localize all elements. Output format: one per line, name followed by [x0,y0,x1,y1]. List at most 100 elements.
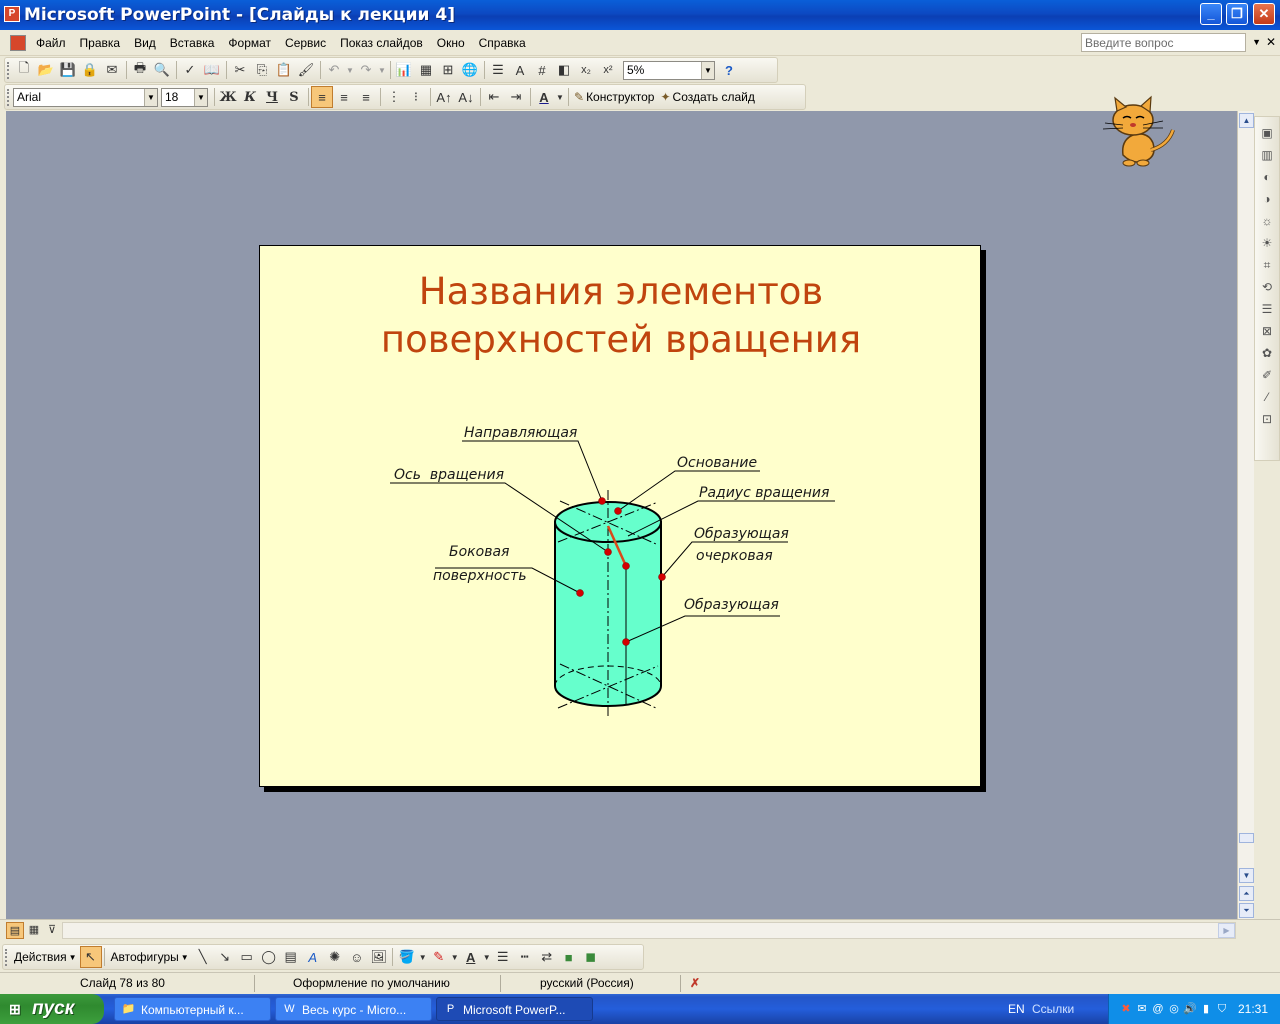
chevron-down-icon[interactable]: ▼ [701,61,714,79]
paste-icon[interactable]: 📋 [273,59,295,81]
menu-slideshow[interactable]: Показ слайдов [340,36,430,50]
format-picture-icon[interactable]: ✐ [1258,365,1276,385]
menu-window[interactable]: Окно [437,36,472,50]
clipart-icon[interactable]: ☺ [346,946,368,968]
menu-edit[interactable]: Правка [80,36,128,50]
line-icon[interactable]: ╲ [192,946,214,968]
font-select[interactable]: Arial ▼ [13,87,158,107]
oval-icon[interactable]: ◯ [258,946,280,968]
arrow-style-icon[interactable]: ⇄ [536,946,558,968]
taskbar-item-powerpoint[interactable]: P Microsoft PowerP... [436,997,593,1021]
draw-font-color-icon[interactable]: A [460,946,482,968]
print-preview-icon[interactable]: 🔍 [151,59,173,81]
spelling-status-icon[interactable]: ✗ [690,976,700,990]
textbox-icon[interactable]: ▤ [280,946,302,968]
language-indicator[interactable]: EN [1008,1002,1025,1016]
cut-icon[interactable]: ✂ [229,59,251,81]
undo-icon[interactable]: ↶ [323,59,345,81]
menu-help[interactable]: Справка [479,36,533,50]
spelling-icon[interactable]: ✓ [179,59,201,81]
tables-borders-icon[interactable]: ⊞ [437,59,459,81]
network-icon[interactable]: ✉ [1135,1002,1149,1016]
align-right-icon[interactable]: ≡ [355,86,377,108]
3d-style-icon[interactable]: ◼ [580,946,602,968]
font-color-icon[interactable]: A [533,86,555,108]
color-grayscale-icon[interactable]: ◧ [553,59,575,81]
less-brightness-icon[interactable]: ☀ [1258,233,1276,253]
redo-icon[interactable]: ↷ [355,59,377,81]
underline-button[interactable]: Ч [261,86,283,108]
increase-font-icon[interactable]: A↑ [433,86,455,108]
more-contrast-icon[interactable]: ◐ [1258,167,1276,187]
document-close-icon[interactable]: ✕ [1266,35,1276,49]
italic-button[interactable]: К [239,86,261,108]
dash-style-icon[interactable]: ┅ [514,946,536,968]
shadow-style-icon[interactable]: ■ [558,946,580,968]
toolbar-grip[interactable] [5,949,8,966]
insert-hyperlink-icon[interactable]: 🌐 [459,59,481,81]
maximize-button[interactable]: ❐ [1226,3,1248,25]
rectangle-icon[interactable]: ▭ [236,946,258,968]
more-brightness-icon[interactable]: ☼ [1258,211,1276,231]
menu-view[interactable]: Вид [134,36,163,50]
select-pointer-icon[interactable]: ↖ [79,946,102,968]
start-button[interactable]: ⊞ пуск [0,994,104,1024]
new-icon[interactable]: 🗋 [13,59,35,81]
taskbar-item-word[interactable]: W Весь курс - Micro... [275,997,432,1021]
undo-dropdown-icon[interactable]: ▼ [345,59,355,81]
chevron-down-icon[interactable]: ▼ [1252,37,1261,47]
fill-color-dropdown-icon[interactable]: ▼ [418,946,428,968]
slideshow-view-icon[interactable]: ⊽ [43,922,61,939]
open-icon[interactable]: 📂 [35,59,57,81]
design-template[interactable]: Оформление по умолчанию [293,976,450,990]
insert-table-icon[interactable]: ▦ [415,59,437,81]
help-icon[interactable]: ? [718,59,740,81]
wordart-icon[interactable]: A [302,946,324,968]
scroll-right-icon[interactable]: ▶ [1218,923,1235,938]
color-picture-icon[interactable]: ▥ [1258,145,1276,165]
less-contrast-icon[interactable]: ◑ [1258,189,1276,209]
volume-icon[interactable]: 🔊 [1183,1002,1197,1016]
format-painter-icon[interactable]: 🖌 [295,59,317,81]
bullets-icon[interactable]: ⁝ [405,86,427,108]
insert-chart-icon[interactable]: 📊 [393,59,415,81]
normal-view-icon[interactable]: ▤ [6,922,24,939]
permission-icon[interactable]: 🔒 [79,59,101,81]
line-style-icon[interactable]: ☰ [492,946,514,968]
diagram-icon[interactable]: ✺ [324,946,346,968]
actions-menu[interactable]: Действия ▼ [11,946,80,968]
chevron-down-icon[interactable]: ▼ [194,88,207,106]
menu-file[interactable]: Файл [36,36,73,50]
antivirus-icon[interactable]: ✖ [1119,1002,1133,1016]
arrow-icon[interactable]: ↘ [214,946,236,968]
numbering-icon[interactable]: ⋮ [383,86,405,108]
autoshapes-menu[interactable]: Автофигуры ▼ [108,946,192,968]
show-formatting-icon[interactable]: A [509,59,531,81]
align-center-icon[interactable]: ≡ [333,86,355,108]
redo-dropdown-icon[interactable]: ▼ [377,59,387,81]
insert-picture-icon[interactable]: 🖼 [368,946,390,968]
recolor-icon[interactable]: ✿ [1258,343,1276,363]
font-size-select[interactable]: 18 ▼ [161,87,208,107]
line-color-dropdown-icon[interactable]: ▼ [450,946,460,968]
horizontal-scrollbar[interactable]: ▶ [62,922,1236,939]
rotate-icon[interactable]: ⟲ [1258,277,1276,297]
vertical-scrollbar[interactable]: ▲ ▼ ⏶ ⏷ [1237,111,1254,919]
language-status[interactable]: русский (Россия) [540,976,634,990]
slide[interactable]: Названия элементов поверхностей вращения [259,245,981,787]
links-toolbar[interactable]: Ссылки [1032,1002,1074,1016]
email-icon[interactable]: ✉ [101,59,123,81]
chevron-down-icon[interactable]: ▼ [144,88,157,106]
security-icon[interactable]: ▮ [1199,1002,1213,1016]
shadow-button[interactable]: S [283,86,305,108]
decrease-font-icon[interactable]: A↓ [455,86,477,108]
taskbar-item-explorer[interactable]: 📁 Компьютерный к... [114,997,271,1021]
document-icon[interactable] [10,35,26,51]
zoom-select[interactable]: 5% ▼ [623,60,715,80]
bold-button[interactable]: Ж [217,86,239,108]
menu-tools[interactable]: Сервис [285,36,333,50]
menu-insert[interactable]: Вставка [170,36,222,50]
powerpoint-icon[interactable]: P [4,6,20,22]
crop-icon[interactable]: ⌗ [1258,255,1276,275]
fill-color-icon[interactable]: 🪣 [396,946,418,968]
